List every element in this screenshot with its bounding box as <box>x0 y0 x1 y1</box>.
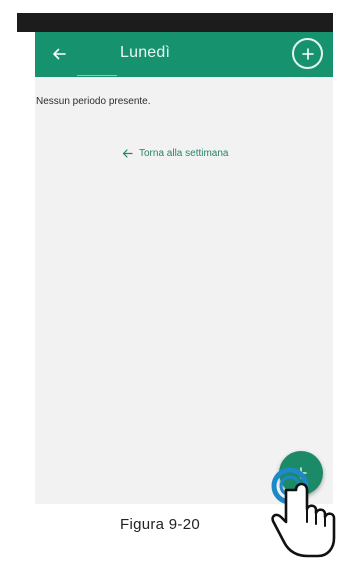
empty-state-message: Nessun periodo presente. <box>36 96 151 107</box>
pointing-hand-icon <box>271 467 336 558</box>
arrow-left-icon <box>53 48 66 60</box>
page-title: Lunedì <box>120 44 171 61</box>
app-screen: Lunedì Nessun periodo presente. Torna al… <box>35 32 333 504</box>
app-bar: Lunedì <box>35 32 333 77</box>
add-period-button[interactable] <box>292 38 323 69</box>
back-to-week-link[interactable]: Torna alla settimana <box>122 148 229 159</box>
back-to-week-label: Torna alla settimana <box>139 148 229 159</box>
title-divider <box>77 75 117 76</box>
figure-caption: Figura 9-20 <box>120 516 201 533</box>
arrow-left-icon <box>122 149 133 158</box>
status-bar <box>17 13 333 32</box>
back-button[interactable] <box>45 40 73 68</box>
plus-icon <box>301 47 314 60</box>
